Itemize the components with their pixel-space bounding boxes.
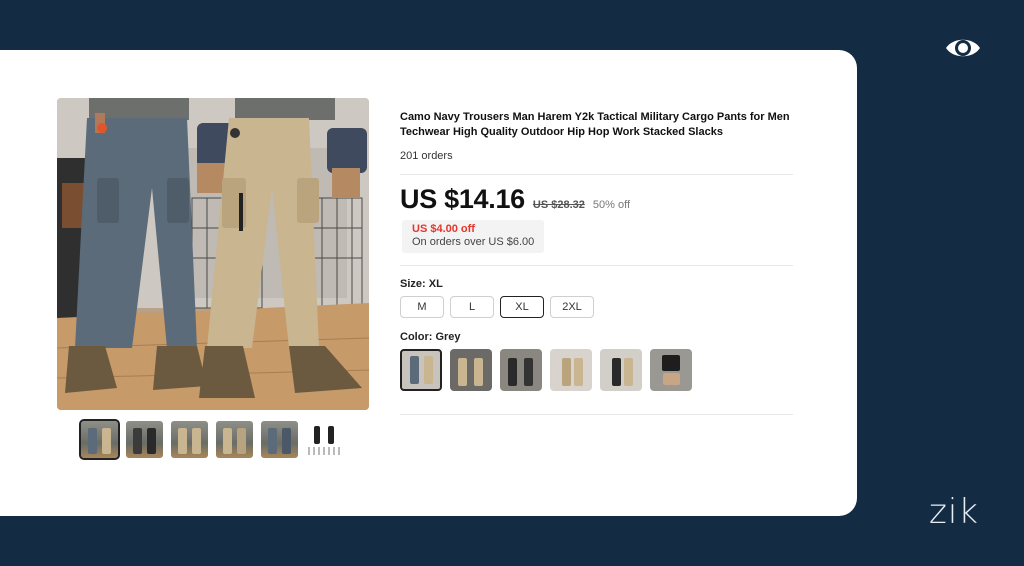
thumbnail-1[interactable] xyxy=(79,419,120,460)
size-option-l[interactable]: L xyxy=(450,296,494,318)
price-row: US $14.16 US $28.32 50% off xyxy=(400,184,630,215)
original-price: US $28.32 xyxy=(532,199,585,211)
thumbnail-3[interactable] xyxy=(171,421,208,458)
size-label: Size: XL xyxy=(400,278,443,290)
eye-icon[interactable] xyxy=(944,34,982,62)
size-option-m[interactable]: M xyxy=(400,296,444,318)
color-swatch-2[interactable] xyxy=(450,349,492,391)
color-label: Color: Grey xyxy=(400,331,461,343)
thumbnail-4[interactable] xyxy=(216,421,253,458)
coupon-amount: US $4.00 off xyxy=(412,223,475,235)
color-swatch-3[interactable] xyxy=(500,349,542,391)
brand-logo: zik xyxy=(929,492,979,532)
discount-label: 50% off xyxy=(592,199,630,211)
thumbnail-strip xyxy=(79,419,343,460)
thumbnail-6-size-chart[interactable] xyxy=(306,421,343,458)
size-options: M L XL 2XL xyxy=(400,296,594,318)
size-option-xl[interactable]: XL xyxy=(500,296,544,318)
thumbnail-2[interactable] xyxy=(126,421,163,458)
product-title: Camo Navy Trousers Man Harem Y2k Tactica… xyxy=(400,111,790,138)
divider xyxy=(400,265,793,266)
color-options xyxy=(400,349,692,391)
color-swatch-5[interactable] xyxy=(600,349,642,391)
thumbnail-5[interactable] xyxy=(261,421,298,458)
divider xyxy=(400,174,793,175)
color-swatch-6[interactable] xyxy=(650,349,692,391)
order-count: 201 orders xyxy=(400,150,453,162)
size-option-2xl[interactable]: 2XL xyxy=(550,296,594,318)
product-main-image[interactable] xyxy=(57,98,369,410)
color-swatch-4[interactable] xyxy=(550,349,592,391)
current-price: US $14.16 xyxy=(400,184,525,214)
coupon-box[interactable]: US $4.00 off On orders over US $6.00 xyxy=(402,220,544,253)
coupon-condition: On orders over US $6.00 xyxy=(412,236,535,248)
divider xyxy=(400,414,793,415)
color-swatch-1[interactable] xyxy=(400,349,442,391)
